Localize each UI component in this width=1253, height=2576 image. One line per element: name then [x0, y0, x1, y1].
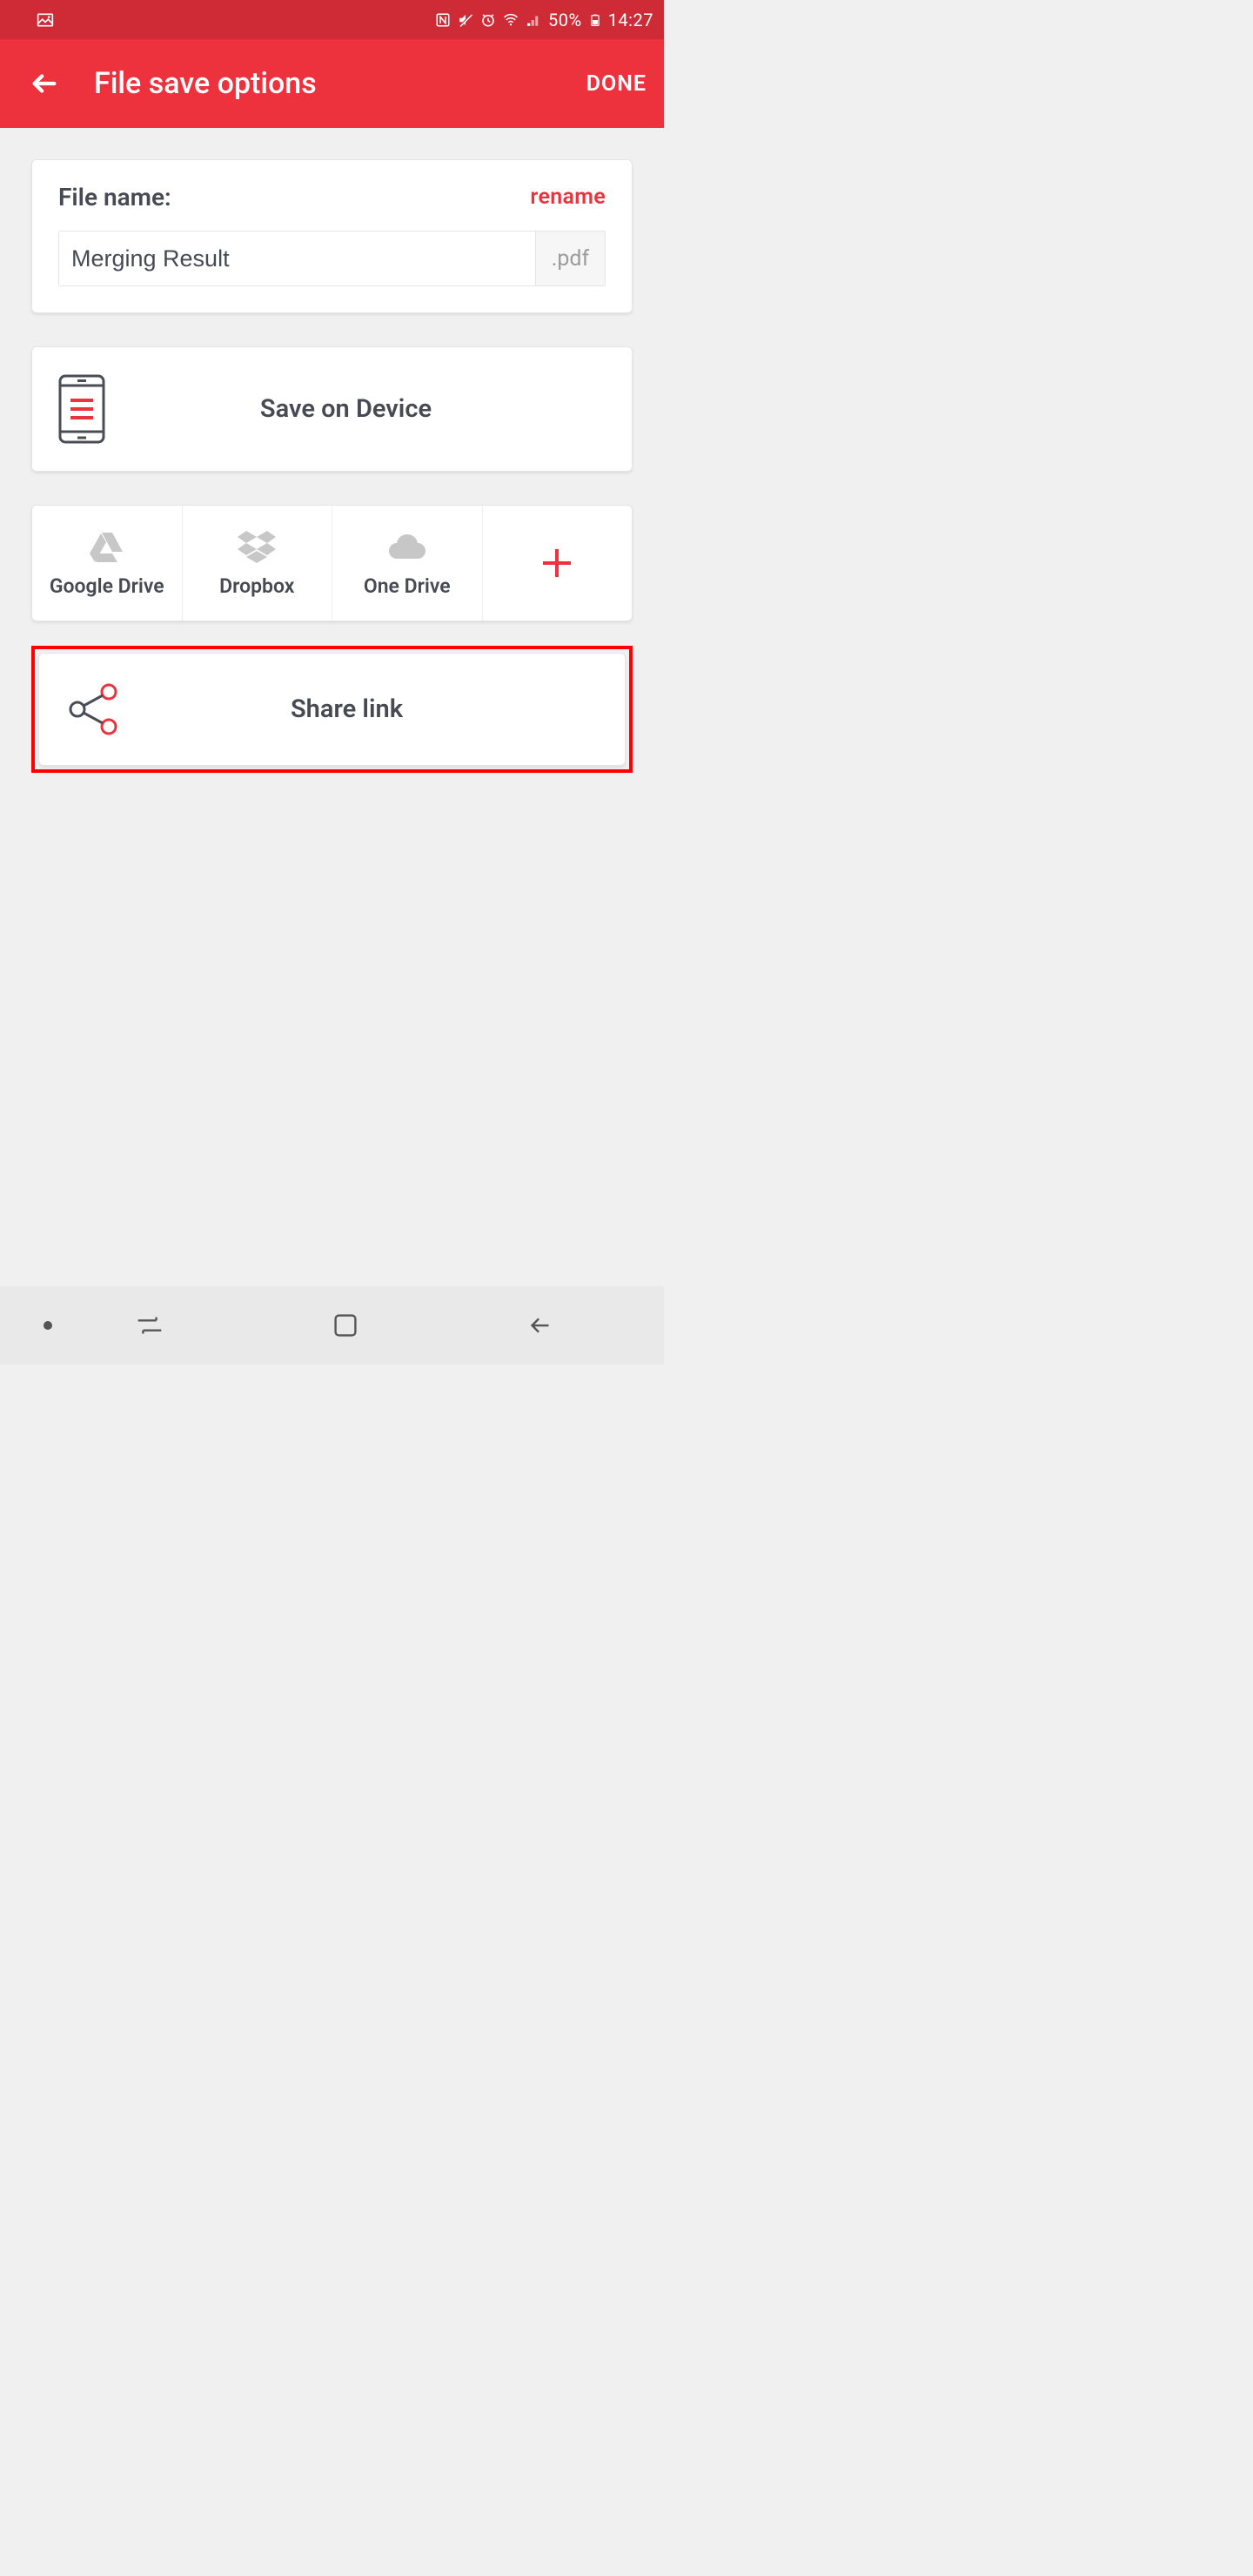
save-on-device-button[interactable]: Save on Device — [31, 346, 633, 472]
file-name-label: File name: — [58, 183, 171, 211]
dropbox-icon — [234, 529, 279, 564]
signal-icon — [526, 12, 541, 28]
back-icon[interactable] — [30, 69, 59, 98]
alarm-icon — [480, 12, 496, 28]
battery-icon — [589, 10, 601, 30]
nfc-icon — [435, 12, 451, 28]
nav-dot — [44, 1321, 52, 1330]
device-icon — [58, 374, 105, 444]
google-drive-icon — [84, 529, 130, 564]
share-icon — [65, 681, 121, 737]
plus-icon — [539, 546, 574, 580]
google-drive-button[interactable]: Google Drive — [32, 506, 183, 621]
share-link-button[interactable]: Share link — [38, 653, 626, 766]
onedrive-button[interactable]: One Drive — [332, 506, 483, 621]
dropbox-label: Dropbox — [219, 574, 294, 598]
mute-icon — [458, 12, 473, 28]
onedrive-label: One Drive — [364, 574, 451, 598]
recents-button[interactable] — [133, 1309, 166, 1342]
wifi-icon — [503, 12, 519, 28]
battery-pct: 50% — [548, 10, 582, 30]
clock: 14:27 — [608, 10, 653, 30]
save-on-device-label: Save on Device — [130, 394, 606, 424]
done-button[interactable]: DONE — [586, 71, 647, 97]
android-nav-bar — [0, 1286, 664, 1365]
app-bar: File save options DONE — [0, 39, 664, 128]
file-name-row: .pdf — [58, 231, 606, 286]
back-button[interactable] — [524, 1309, 557, 1342]
status-bar: 50% 14:27 — [0, 0, 664, 39]
file-extension: .pdf — [535, 231, 605, 285]
add-cloud-button[interactable] — [483, 506, 633, 621]
content: File name: rename .pdf Save on Device Go… — [0, 128, 664, 804]
file-name-input[interactable] — [59, 231, 535, 285]
rename-button[interactable]: rename — [530, 184, 606, 210]
share-link-highlight: Share link — [31, 646, 633, 773]
file-name-card: File name: rename .pdf — [31, 159, 633, 313]
share-link-label: Share link — [147, 694, 599, 724]
home-button[interactable] — [329, 1309, 362, 1342]
gallery-icon — [37, 11, 54, 29]
cloud-row: Google Drive Dropbox One Drive — [31, 505, 633, 621]
dropbox-button[interactable]: Dropbox — [183, 506, 333, 621]
google-drive-label: Google Drive — [50, 574, 164, 598]
onedrive-icon — [385, 529, 430, 564]
page-title: File save options — [94, 66, 586, 101]
